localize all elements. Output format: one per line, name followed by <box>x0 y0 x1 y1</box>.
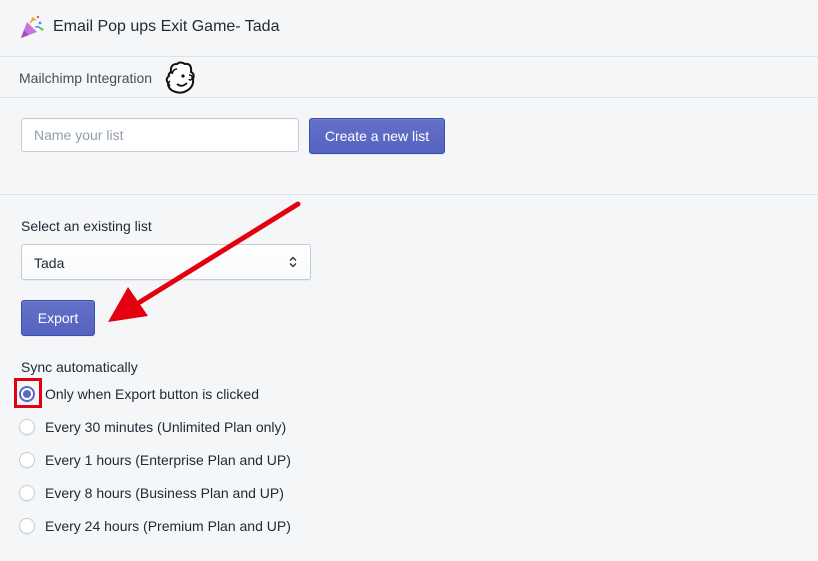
radio-button[interactable] <box>19 386 35 402</box>
export-button[interactable]: Export <box>21 300 95 336</box>
integration-title: Mailchimp Integration <box>19 70 153 86</box>
sync-option-1-hour[interactable]: Every 1 hours (Enterprise Plan and UP) <box>19 449 291 471</box>
existing-list-label: Select an existing list <box>21 218 152 234</box>
mailchimp-logo-icon <box>165 61 195 94</box>
sync-option-label: Every 30 minutes (Unlimited Plan only) <box>45 419 287 435</box>
integration-header: Mailchimp Integration <box>0 57 818 98</box>
sync-option-label: Only when Export button is clicked <box>45 386 259 402</box>
page: Email Pop ups Exit Game- Tada Mailchimp … <box>0 0 818 561</box>
list-name-input[interactable] <box>21 118 299 152</box>
sync-label: Sync automatically <box>21 359 138 375</box>
create-list-button[interactable]: Create a new list <box>309 118 445 154</box>
radio-button[interactable] <box>19 419 35 435</box>
radio-button[interactable] <box>19 485 35 501</box>
sync-option-30-minutes[interactable]: Every 30 minutes (Unlimited Plan only) <box>19 416 286 438</box>
section-divider <box>0 194 818 195</box>
sync-option-label: Every 24 hours (Premium Plan and UP) <box>45 518 291 534</box>
sync-option-label: Every 8 hours (Business Plan and UP) <box>45 485 284 501</box>
sync-option-8-hours[interactable]: Every 8 hours (Business Plan and UP) <box>19 482 284 504</box>
party-popper-icon <box>21 15 44 38</box>
app-header: Email Pop ups Exit Game- Tada <box>0 0 818 57</box>
sync-option-label: Every 1 hours (Enterprise Plan and UP) <box>45 452 291 468</box>
sync-option-24-hours[interactable]: Every 24 hours (Premium Plan and UP) <box>19 515 291 537</box>
radio-button[interactable] <box>19 518 35 534</box>
app-title: Email Pop ups Exit Game- Tada <box>53 18 280 35</box>
existing-list-selected-value: Tada <box>34 255 65 271</box>
existing-list-select[interactable]: Tada <box>21 244 311 280</box>
select-updown-icon <box>289 256 297 268</box>
sync-option-manual[interactable]: Only when Export button is clicked <box>19 383 259 405</box>
radio-button[interactable] <box>19 452 35 468</box>
